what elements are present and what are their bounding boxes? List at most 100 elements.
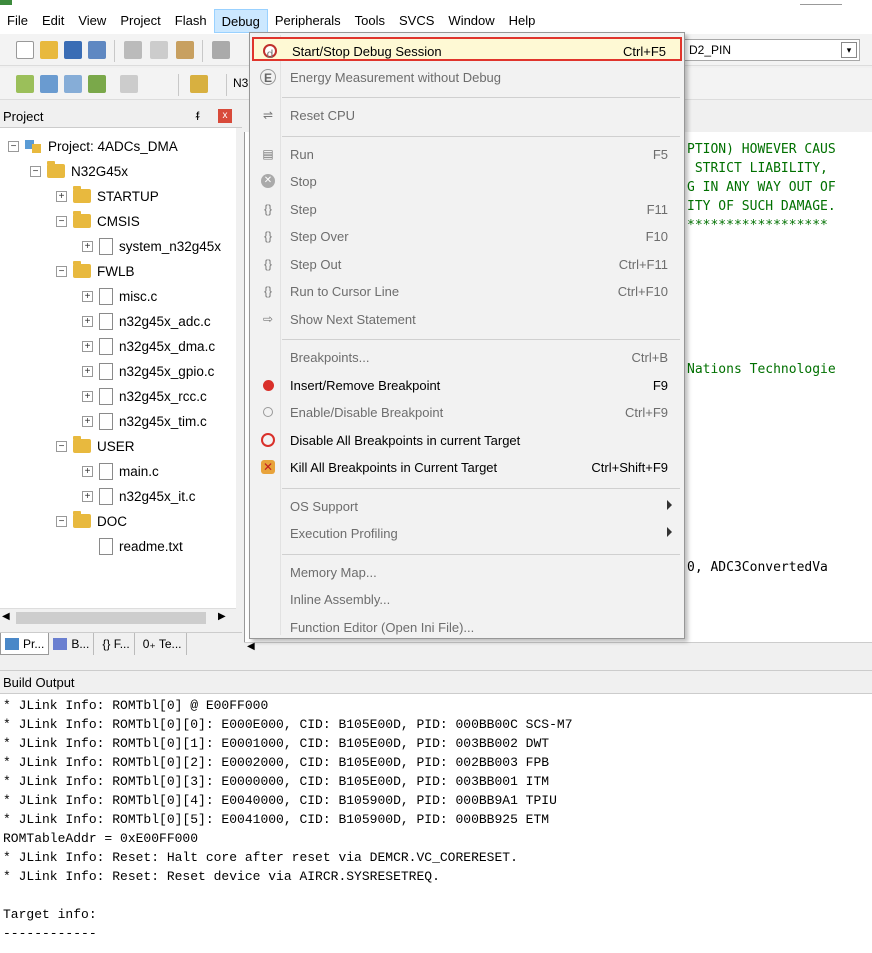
translate-icon[interactable] — [16, 75, 34, 93]
menu-item-function-editor-open-ini-file[interactable]: Function Editor (Open Ini File)... — [252, 615, 682, 639]
menu-tools[interactable]: Tools — [348, 9, 392, 33]
stop-build-icon[interactable] — [120, 75, 138, 93]
menu-item-show-next-statement[interactable]: ⇨ Show Next Statement — [252, 307, 682, 331]
collapse-icon[interactable]: − — [56, 215, 67, 227]
menu-window[interactable]: Window — [441, 9, 501, 33]
menu-item-step[interactable]: {} Step F11 — [252, 197, 682, 221]
cut-icon[interactable] — [124, 41, 142, 59]
menu-item-label: OS Support — [290, 498, 358, 514]
menu-edit[interactable]: Edit — [35, 9, 71, 33]
menu-item-inline-assembly[interactable]: Inline Assembly... — [252, 587, 682, 611]
menu-separator — [282, 97, 680, 98]
tab-books[interactable]: B... — [49, 633, 95, 655]
tab-project[interactable]: Pr... — [0, 633, 50, 655]
tree-item[interactable]: + main.c — [82, 459, 159, 483]
menu-debug[interactable]: Debug — [213, 9, 268, 33]
menu-item-disable-all-breakpoints-in-current-target[interactable]: Disable All Breakpoints in current Targe… — [252, 428, 682, 452]
menu-item-run[interactable]: ▤ Run F5 — [252, 142, 682, 166]
expand-icon[interactable]: + — [82, 315, 93, 327]
tree-item[interactable]: − N32G45x — [30, 159, 128, 183]
tab-templates[interactable]: 0₊ Te... — [135, 633, 187, 655]
new-file-icon[interactable] — [16, 41, 34, 59]
expand-icon[interactable]: + — [82, 290, 93, 302]
tree-item[interactable]: readme.txt — [82, 534, 183, 558]
rebuild-icon[interactable] — [64, 75, 82, 93]
expand-icon[interactable]: + — [82, 240, 93, 252]
batch-build-icon[interactable] — [88, 75, 106, 93]
tree-item[interactable]: + n32g45x_gpio.c — [82, 359, 214, 383]
menu-item-step-over[interactable]: {} Step Over F10 — [252, 224, 682, 248]
copy-icon[interactable] — [150, 41, 168, 59]
menu-item-reset-cpu[interactable]: ⇌ Reset CPU — [252, 103, 682, 127]
paste-icon[interactable] — [176, 41, 194, 59]
collapse-icon[interactable]: − — [56, 515, 67, 527]
collapse-icon[interactable]: − — [56, 440, 67, 452]
close-icon[interactable]: x — [218, 109, 232, 123]
code-line: ****************** — [687, 218, 828, 233]
scroll-left-icon[interactable]: ◀ — [247, 641, 255, 652]
menu-help[interactable]: Help — [502, 9, 543, 33]
tree-item[interactable]: + n32g45x_adc.c — [82, 309, 211, 333]
menu-view[interactable]: View — [71, 9, 113, 33]
menu-item-os-support[interactable]: OS Support — [252, 494, 682, 518]
tree-item[interactable]: + n32g45x_rcc.c — [82, 384, 207, 408]
tree-item[interactable]: + STARTUP — [56, 184, 159, 208]
load-icon[interactable] — [190, 75, 208, 93]
collapse-icon[interactable]: − — [8, 140, 19, 152]
open-file-icon[interactable] — [40, 41, 58, 59]
tree-item[interactable]: + system_n32g45x — [82, 234, 221, 258]
scroll-thumb[interactable] — [16, 612, 206, 624]
tree-item[interactable]: + misc.c — [82, 284, 157, 308]
build-output-window[interactable]: * JLink Info: ROMTbl[0] @ E00FF000 * JLin… — [0, 694, 872, 953]
tree-item[interactable]: − Project: 4ADCs_DMA — [8, 134, 178, 158]
menu-item-step-out[interactable]: {} Step Out Ctrl+F11 — [252, 252, 682, 276]
expand-icon[interactable]: + — [82, 465, 93, 477]
target-select[interactable]: D2_PIN ▾ — [684, 39, 860, 61]
save-icon[interactable] — [64, 41, 82, 59]
menu-project[interactable]: Project — [113, 9, 167, 33]
editor-scrollbar[interactable]: ◀ — [244, 641, 872, 656]
tree-item[interactable]: + n32g45x_it.c — [82, 484, 196, 508]
build-output-line: ------------ — [3, 926, 97, 941]
tree-item[interactable]: + n32g45x_dma.c — [82, 334, 215, 358]
expand-icon[interactable]: + — [82, 365, 93, 377]
menu-item-energy-measurement-without-debug[interactable]: E Energy Measurement without Debug — [252, 65, 682, 89]
collapse-icon[interactable]: − — [30, 165, 41, 177]
collapse-icon[interactable]: − — [56, 265, 67, 277]
menu-svcs[interactable]: SVCS — [392, 9, 441, 33]
tree-item[interactable]: + n32g45x_tim.c — [82, 409, 207, 433]
tree-item[interactable]: − USER — [56, 434, 135, 458]
code-line: PTION) HOWEVER CAUS — [687, 142, 836, 157]
tree-item[interactable]: − CMSIS — [56, 209, 140, 233]
expand-icon[interactable]: + — [82, 390, 93, 402]
tree-item[interactable]: − FWLB — [56, 259, 135, 283]
tab-functions[interactable]: {} F... — [94, 633, 135, 655]
tree-item[interactable]: − DOC — [56, 509, 127, 533]
expand-icon[interactable]: + — [82, 490, 93, 502]
project-tree-scrollbar[interactable]: ◀ ▶ — [0, 608, 236, 626]
menu-item-stop[interactable]: ✕ Stop — [252, 169, 682, 193]
submenu-arrow-icon — [667, 499, 672, 510]
scroll-left-icon[interactable]: ◀ — [2, 611, 10, 622]
menu-item-enable-disable-breakpoint[interactable]: Enable/Disable Breakpoint Ctrl+F9 — [252, 400, 682, 424]
pin-icon[interactable]: ᵮ — [196, 109, 199, 123]
expand-icon[interactable]: + — [82, 340, 93, 352]
menu-item-run-to-cursor-line[interactable]: {} Run to Cursor Line Ctrl+F10 — [252, 279, 682, 303]
menu-peripherals[interactable]: Peripherals — [268, 9, 348, 33]
menu-item-execution-profiling[interactable]: Execution Profiling — [252, 521, 682, 545]
menu-flash[interactable]: Flash — [168, 9, 214, 33]
expand-icon[interactable]: + — [82, 415, 93, 427]
chevron-down-icon[interactable]: ▾ — [841, 42, 857, 58]
scroll-right-icon[interactable]: ▶ — [218, 611, 226, 622]
menu-item-memory-map[interactable]: Memory Map... — [252, 560, 682, 584]
expand-icon[interactable]: + — [56, 190, 67, 202]
build-icon[interactable] — [40, 75, 58, 93]
menu-item-breakpoints[interactable]: Breakpoints... Ctrl+B — [252, 345, 682, 369]
menu-item-start-stop-debug-session[interactable]: d Start/Stop Debug Session Ctrl+F5 — [252, 37, 682, 61]
undo-icon[interactable] — [212, 41, 230, 59]
menu-item-kill-all-breakpoints-in-current-target[interactable]: ✕ Kill All Breakpoints in Current Target C… — [252, 455, 682, 479]
disable-breakpoints-icon — [261, 432, 275, 447]
save-all-icon[interactable] — [88, 41, 106, 59]
menu-file[interactable]: File — [0, 9, 35, 33]
menu-item-insert-remove-breakpoint[interactable]: Insert/Remove Breakpoint F9 — [252, 373, 682, 397]
